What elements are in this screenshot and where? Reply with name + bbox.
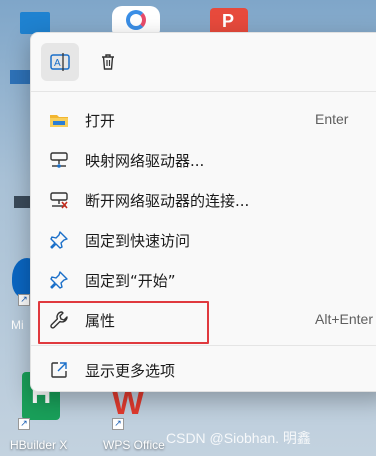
menu-item-label: 映射网络驱动器... (85, 152, 205, 170)
app-logo-letter: P (222, 11, 235, 31)
menu-item-label: 断开网络驱动器的连接... (85, 192, 250, 210)
rename-button[interactable]: A (41, 43, 79, 81)
menu-item-show-more-options[interactable]: 显示更多选项 (35, 352, 376, 386)
folder-icon (50, 115, 68, 127)
rename-icon: A (50, 53, 70, 71)
disconnect-drive-icon (50, 192, 68, 209)
menu-item-map-network-drive[interactable]: 映射网络驱动器... (35, 142, 376, 176)
desktop-icon-partial[interactable] (112, 6, 160, 34)
desktop-icon-partial[interactable] (10, 70, 32, 84)
context-menu-toolbar: A (31, 33, 376, 91)
menu-item-open[interactable]: 打开 Enter (35, 102, 376, 136)
menu-item-pin-start[interactable]: 固定到“开始” (35, 262, 376, 296)
desktop-icon-label: HBuilder X (10, 438, 68, 452)
menu-item-label: 显示更多选项 (85, 362, 176, 380)
separator (31, 345, 376, 346)
separator (31, 91, 376, 92)
menu-item-label: 固定到快速访问 (85, 232, 191, 250)
desktop-icon-label: Mi (11, 318, 24, 332)
menu-item-pin-quick-access[interactable]: 固定到快速访问 (35, 222, 376, 256)
menu-item-disconnect-network-drive[interactable]: 断开网络驱动器的连接... (35, 182, 376, 216)
network-drive-icon (50, 152, 68, 168)
svg-text:A: A (54, 58, 61, 69)
pin-icon (50, 231, 68, 249)
delete-button[interactable] (89, 43, 127, 81)
shortcut-arrow-icon: ↗ (112, 418, 124, 430)
trash-icon (102, 54, 114, 70)
pin-icon (50, 271, 68, 289)
app-logo-icon (126, 10, 146, 30)
menu-item-label: 固定到“开始” (85, 272, 176, 290)
shortcut-arrow-icon: ↗ (18, 294, 30, 306)
menu-item-label: 打开 (85, 112, 116, 130)
desktop-icon-label: WPS Office (103, 438, 165, 452)
open-external-icon (51, 362, 67, 378)
watermark: CSDN @Siobhan. 明鑫 (166, 430, 311, 446)
shortcut-text: Alt+Enter (315, 311, 373, 327)
shortcut-text: Enter (315, 111, 349, 127)
annotation-highlight-box (38, 301, 209, 344)
desktop-icon-partial[interactable] (20, 12, 50, 34)
shortcut-arrow-icon: ↗ (18, 418, 30, 430)
